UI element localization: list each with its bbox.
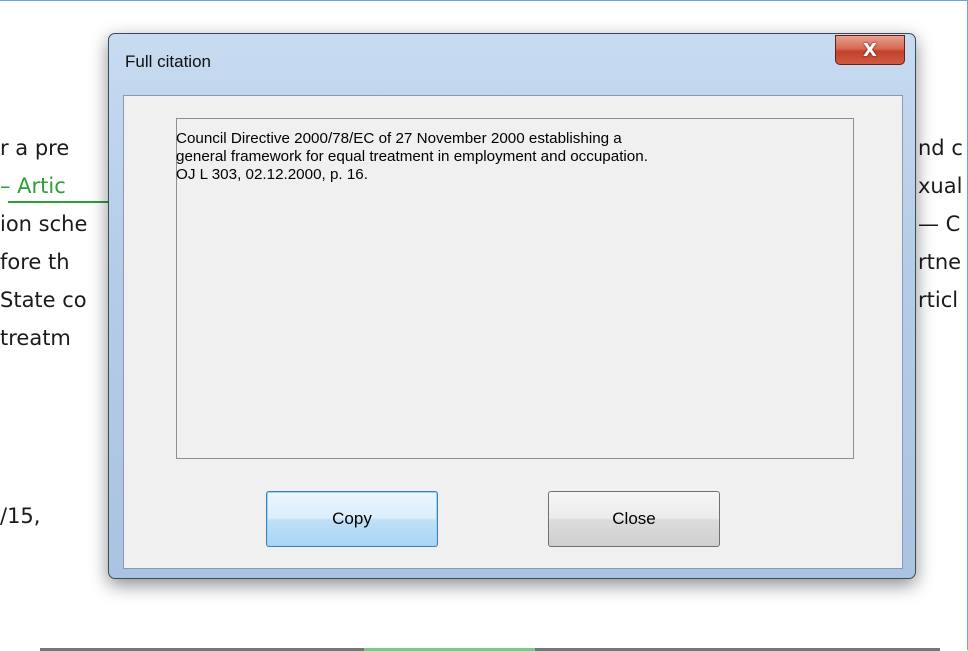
doc-line-right: xual — [918, 174, 963, 198]
citation-line: OJ L 303, 02.12.2000, p. 16. — [176, 166, 368, 183]
citation-line: general framework for equal treatment in… — [176, 148, 648, 165]
doc-line: treatm — [0, 326, 71, 350]
copy-button[interactable]: Copy — [266, 491, 438, 547]
doc-line: r a pre — [0, 136, 70, 160]
dialog-client-area: Council Directive 2000/78/EC of 27 Novem… — [123, 95, 903, 569]
doc-line: State co — [0, 288, 87, 312]
close-window-button[interactable]: X — [835, 35, 905, 65]
dialog-title: Full citation — [125, 52, 211, 71]
doc-link[interactable]: – Artic — [0, 174, 66, 198]
doc-line: /15, — [0, 504, 41, 528]
doc-line-right: — C — [918, 212, 961, 236]
citation-text: Council Directive 2000/78/EC of 27 Novem… — [176, 130, 853, 184]
citation-textbox[interactable]: Council Directive 2000/78/EC of 27 Novem… — [176, 118, 854, 459]
doc-line: fore th — [0, 250, 70, 274]
doc-line-right: rticl — [918, 288, 959, 312]
doc-line-right: nd c — [918, 136, 963, 160]
link-underline — [8, 201, 108, 203]
citation-line: Council Directive 2000/78/EC of 27 Novem… — [176, 130, 622, 147]
doc-line: ion sche — [0, 212, 88, 236]
doc-line-right: rtne — [918, 250, 962, 274]
close-icon: X — [863, 39, 877, 61]
full-citation-dialog: Full citation X Council Directive 2000/7… — [108, 33, 916, 579]
close-button[interactable]: Close — [548, 491, 720, 547]
